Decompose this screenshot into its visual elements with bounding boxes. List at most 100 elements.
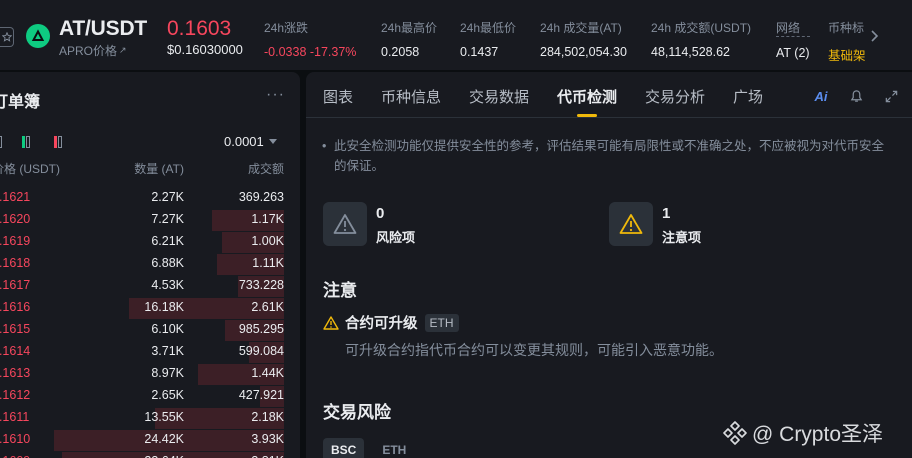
risk-count: 0: [376, 205, 385, 222]
stat-value: 基础架: [828, 49, 866, 63]
stat-label: 24h最低价: [460, 21, 517, 35]
ask-row[interactable]: 0.1610 24.42K 3.93K: [0, 429, 300, 451]
ask-price: 0.1610: [0, 432, 31, 446]
ask-rows: 0.1621 2.27K 369.263 0.1620 7.27K 1.17K 0.1619…: [0, 187, 300, 458]
ask-row[interactable]: 0.1615 6.10K 985.295: [0, 319, 300, 341]
disclaimer-notice: • 此安全检测功能仅提供安全性的参考，评估结果可能有局限性或不准确之处，不应被视…: [322, 136, 892, 176]
ask-price: 0.1613: [0, 366, 31, 380]
warning-yellow-icon: [609, 202, 653, 246]
order-book-title: 订单簿: [0, 94, 41, 111]
tab-square[interactable]: 广场: [733, 86, 763, 107]
tab-token-check[interactable]: 代币检测: [557, 86, 617, 107]
col-header-total: 成交额: [247, 162, 284, 176]
ask-price: 0.1618: [0, 256, 31, 270]
stat-24h-change: 24h涨跌 -0.0338 -17.37%: [264, 19, 356, 59]
chevron-right-icon: [871, 30, 879, 42]
favorite-star-button[interactable]: [0, 27, 14, 47]
tab-trade-analysis[interactable]: 交易分析: [645, 86, 705, 107]
more-options-icon[interactable]: ···: [266, 86, 285, 104]
ticker-header: AT/USDT APRO价格 ↗ 0.1603 $0.16030000 24h涨…: [0, 0, 912, 70]
stat-label: 24h 成交额(USDT): [651, 21, 752, 35]
tab-chart[interactable]: 图表: [323, 86, 353, 107]
ask-total: 599.084: [238, 344, 284, 358]
header-scroll-right-button[interactable]: [868, 25, 882, 47]
ask-price: 0.1614: [0, 344, 31, 358]
stat-value: -0.0338 -17.37%: [264, 45, 357, 59]
stat-network[interactable]: 网络 AT (2): [776, 19, 810, 60]
stat-label: 24h最高价: [381, 21, 438, 35]
ask-price: 0.1620: [0, 212, 31, 226]
stat-label: 24h涨跌: [264, 21, 309, 35]
pair-name[interactable]: AT/USDT: [59, 17, 147, 41]
star-icon: [1, 32, 12, 42]
active-tab-indicator: [577, 114, 597, 117]
ask-row[interactable]: 0.1621 2.27K 369.263: [0, 187, 300, 209]
layout-asks-button[interactable]: [54, 136, 62, 148]
ask-row[interactable]: 0.1617 4.53K 733.228: [0, 275, 300, 297]
ask-price: 0.1621: [0, 190, 31, 204]
ask-amount: 4.53K: [151, 278, 184, 292]
ask-amount: 23.64K: [144, 454, 184, 458]
attention-item-desc: 可升级合约指代币合约可以变更其规则，可能引入恶意功能。: [345, 342, 723, 358]
tick-size-select[interactable]: 0.0001: [224, 134, 277, 149]
chain-tab-eth[interactable]: ETH: [374, 438, 414, 458]
tab-coin-info[interactable]: 币种信息: [381, 86, 441, 107]
warning-grey-icon: [323, 202, 367, 246]
ai-icon[interactable]: Ai: [812, 87, 830, 105]
stat-value: 0.1437: [460, 45, 499, 59]
ask-total: 2.18K: [251, 410, 284, 424]
ask-row[interactable]: 0.1609 23.64K 3.81K: [0, 451, 300, 458]
ask-price: 0.1619: [0, 234, 31, 248]
ask-row[interactable]: 0.1612 2.65K 427.921: [0, 385, 300, 407]
ask-row[interactable]: 0.1611 13.55K 2.18K: [0, 407, 300, 429]
ask-row[interactable]: 0.1614 3.71K 599.084: [0, 341, 300, 363]
ask-amount: 24.42K: [144, 432, 184, 446]
ask-row[interactable]: 0.1616 16.18K 2.61K: [0, 297, 300, 319]
expand-icon[interactable]: [882, 87, 900, 105]
trade-risk-section-title: 交易风险: [323, 403, 391, 422]
stat-label: 币种标: [828, 21, 865, 35]
last-price-usd: $0.16030000: [167, 42, 243, 57]
caret-down-icon: [268, 139, 277, 144]
attention-item-name: 合约可升级: [345, 316, 418, 332]
chain-tab-bsc[interactable]: BSC: [323, 438, 365, 458]
order-book-panel: 订单簿 ··· 0.0001 价格 (USDT) 数量 (AT) 成交额 0.1…: [0, 72, 300, 458]
stat-coin-tag[interactable]: 币种标 基础架: [828, 19, 866, 64]
warning-small-icon: [323, 315, 339, 330]
watermark-text: @ Crypto圣泽: [752, 423, 884, 446]
chain-tag: ETH: [424, 313, 459, 332]
attention-count: 1: [662, 205, 671, 222]
ask-total: 3.93K: [251, 432, 284, 446]
stat-24h-volume: 24h 成交量(AT) 284,502,054.30: [540, 19, 627, 59]
coin-price-link[interactable]: APRO价格 ↗: [59, 42, 127, 59]
ask-total: 1.44K: [251, 366, 284, 380]
panel-tabs: 图表 币种信息 交易数据 代币检测 交易分析 广场 Ai: [306, 72, 912, 118]
chain-tabs: BSC ETH: [323, 438, 414, 458]
ask-row[interactable]: 0.1613 8.97K 1.44K: [0, 363, 300, 385]
layout-both-button[interactable]: [0, 136, 2, 148]
ask-row[interactable]: 0.1618 6.88K 1.11K: [0, 253, 300, 275]
stat-value: 284,502,054.30: [540, 45, 627, 59]
ask-total: 733.228: [238, 278, 284, 292]
diamond-logo-icon: [723, 421, 747, 445]
risk-label: 风险项: [376, 230, 416, 245]
watermark: @ Crypto圣泽: [722, 418, 883, 448]
ask-total: 2.61K: [251, 300, 284, 314]
ask-amount: 13.55K: [144, 410, 184, 424]
stat-value: AT (2): [776, 46, 810, 60]
col-header-price: 价格 (USDT): [0, 162, 60, 176]
ask-row[interactable]: 0.1619 6.21K 1.00K: [0, 231, 300, 253]
layout-bids-button[interactable]: [22, 136, 30, 148]
attention-item: 合约可升级 ETH: [323, 312, 459, 333]
bell-icon[interactable]: [847, 87, 865, 105]
ask-total: 985.295: [238, 322, 284, 336]
stat-24h-high: 24h最高价 0.2058: [381, 19, 437, 59]
ask-price: 0.1616: [0, 300, 31, 314]
stat-24h-low: 24h最低价 0.1437: [460, 19, 516, 59]
coin-price-link-label: APRO价格: [59, 44, 118, 58]
token-check-panel: 图表 币种信息 交易数据 代币检测 交易分析 广场 Ai • 此安全检测功能仅提…: [306, 72, 912, 458]
ask-row[interactable]: 0.1620 7.27K 1.17K: [0, 209, 300, 231]
ask-price: 0.1617: [0, 278, 31, 292]
tab-trading-data[interactable]: 交易数据: [469, 86, 529, 107]
ask-amount: 16.18K: [144, 300, 184, 314]
